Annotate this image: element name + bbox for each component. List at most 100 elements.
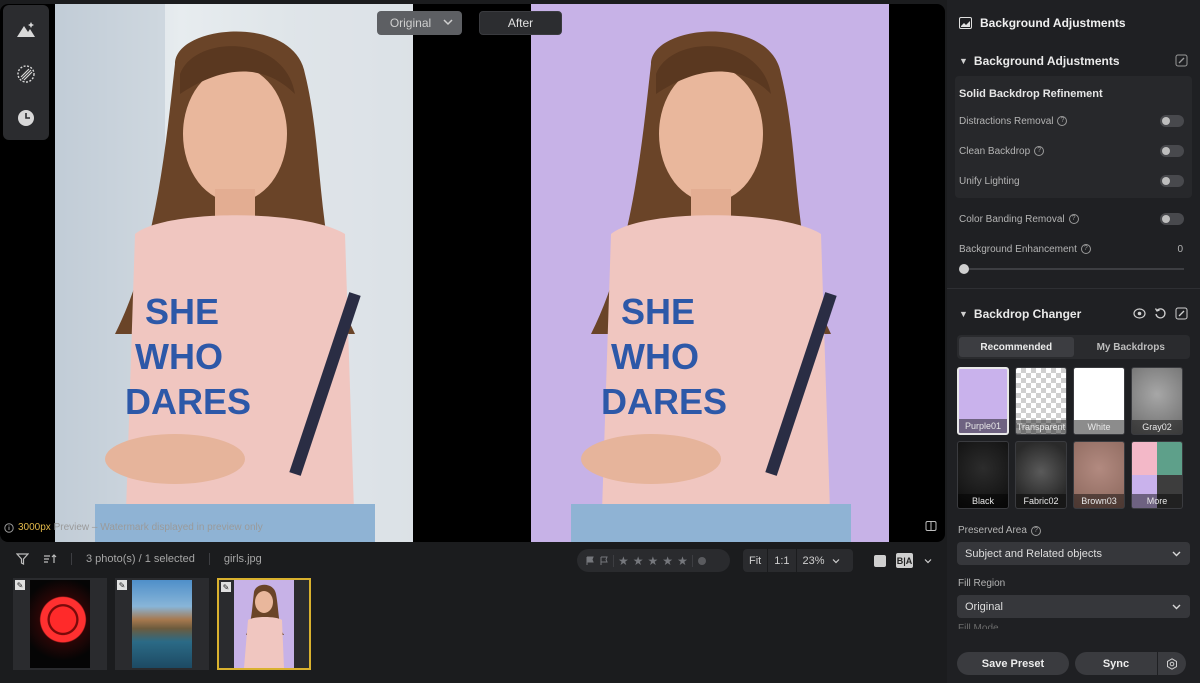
chevron-down-icon bbox=[832, 558, 839, 563]
svg-text:DARES: DARES bbox=[601, 381, 727, 422]
swatch-more[interactable]: More bbox=[1131, 441, 1183, 509]
distractions-label: Distractions Removal bbox=[959, 115, 1054, 127]
swatch-white[interactable]: White bbox=[1073, 367, 1125, 435]
unify-lighting-toggle[interactable] bbox=[1160, 175, 1184, 187]
edited-badge-icon: ✎ bbox=[221, 582, 231, 592]
preserved-area-text: Preserved Area bbox=[958, 525, 1027, 536]
fill-region-value: Original bbox=[965, 600, 1003, 613]
swatch-label: White bbox=[1074, 420, 1124, 434]
star-2-icon[interactable]: ★ bbox=[633, 554, 644, 568]
chevron-down-icon bbox=[443, 19, 453, 26]
help-icon[interactable]: ? bbox=[1068, 214, 1079, 224]
help-icon[interactable]: ? bbox=[1030, 525, 1041, 536]
panel-footer: Save Preset Sync bbox=[957, 652, 1186, 675]
background-image-icon bbox=[959, 17, 972, 29]
tool-adjust[interactable] bbox=[15, 19, 37, 41]
star-1-icon[interactable]: ★ bbox=[618, 554, 629, 568]
edit-brush-icon[interactable] bbox=[1175, 54, 1188, 67]
zoom-fit-button[interactable]: Fit bbox=[743, 555, 767, 567]
preserved-area-select[interactable]: Subject and Related objects bbox=[957, 542, 1190, 565]
bg-enhancement-value: 0 bbox=[1177, 243, 1183, 255]
backdrop-title: Backdrop Changer bbox=[973, 307, 1082, 321]
bg-enhancement-slider[interactable] bbox=[959, 264, 1188, 274]
fill-region-text: Fill Region bbox=[958, 578, 1006, 589]
filter-icon[interactable] bbox=[16, 553, 29, 565]
fill-region-select[interactable]: Original bbox=[957, 595, 1190, 618]
clean-backdrop-label: Clean Backdrop bbox=[959, 145, 1031, 157]
star-5-icon[interactable]: ★ bbox=[677, 554, 688, 568]
swatch-purple01[interactable]: Purple01 bbox=[957, 367, 1009, 435]
swatch-black[interactable]: Black bbox=[957, 441, 1009, 509]
row-clean-backdrop: Clean Backdrop ? bbox=[959, 136, 1188, 166]
tab-my-backdrops[interactable]: My Backdrops bbox=[1074, 337, 1189, 357]
section-background-adjustments[interactable]: ▼ Background Adjustments bbox=[947, 46, 1200, 76]
panel-header: Background Adjustments bbox=[947, 0, 1200, 46]
gear-icon bbox=[1167, 657, 1177, 670]
reject-flag-icon[interactable] bbox=[599, 556, 609, 566]
compare-after-button[interactable]: After bbox=[479, 11, 562, 35]
preserved-area-value: Subject and Related objects bbox=[965, 547, 1102, 560]
swatch-gray02[interactable]: Gray02 bbox=[1131, 367, 1183, 435]
chevron-down-icon[interactable] bbox=[923, 556, 933, 566]
eye-icon[interactable] bbox=[1133, 307, 1146, 320]
help-icon[interactable]: ? bbox=[1034, 146, 1045, 156]
fill-region-label: Fill Region bbox=[958, 578, 1189, 589]
swatch-transparent[interactable]: Transparent bbox=[1015, 367, 1067, 435]
preserved-area-label: Preserved Area ? bbox=[958, 525, 1189, 536]
info-icon bbox=[4, 522, 14, 533]
chevron-down-icon bbox=[1172, 551, 1181, 557]
panel-title: Background Adjustments bbox=[980, 16, 1126, 30]
svg-text:SHE: SHE bbox=[145, 291, 219, 332]
tool-strip bbox=[3, 5, 49, 140]
before-after-view-button[interactable]: B|A bbox=[896, 553, 913, 568]
filmstrip: ✎ ✎ ✎ bbox=[13, 578, 311, 670]
clean-backdrop-toggle[interactable] bbox=[1160, 145, 1184, 157]
slider-handle[interactable] bbox=[959, 264, 969, 274]
backdrop-swatches: Purple01 Transparent White Gray02 Black … bbox=[957, 367, 1190, 509]
clock-icon bbox=[18, 110, 34, 126]
swatch-label: Brown03 bbox=[1074, 494, 1124, 508]
thumbnail-3-selected[interactable]: ✎ bbox=[217, 578, 311, 670]
compare-original-dropdown[interactable]: Original bbox=[377, 11, 462, 35]
sync-button[interactable]: Sync bbox=[1075, 652, 1157, 675]
edit-brush-icon[interactable] bbox=[1175, 307, 1188, 320]
thumbnail-1[interactable]: ✎ bbox=[13, 578, 107, 670]
sort-icon[interactable] bbox=[43, 553, 57, 565]
help-icon[interactable]: ? bbox=[1080, 244, 1091, 254]
zoom-1to1-button[interactable]: 1:1 bbox=[768, 555, 795, 567]
color-banding-toggle[interactable] bbox=[1160, 213, 1184, 225]
help-icon[interactable]: ? bbox=[1057, 116, 1068, 126]
tool-history[interactable] bbox=[15, 107, 37, 129]
split-view-icon[interactable] bbox=[925, 520, 937, 532]
tab-recommended[interactable]: Recommended bbox=[959, 337, 1074, 357]
star-3-icon[interactable]: ★ bbox=[648, 554, 659, 568]
portrait-after: SHE WHO DARES bbox=[571, 31, 851, 542]
swatch-label: Gray02 bbox=[1132, 420, 1182, 434]
color-label-icon[interactable] bbox=[697, 556, 707, 566]
current-filename: girls.jpg bbox=[223, 553, 262, 565]
row-color-banding: Color Banding Removal ? bbox=[947, 204, 1200, 234]
sync-settings-button[interactable] bbox=[1158, 652, 1186, 675]
color-banding-label: Color Banding Removal bbox=[959, 213, 1065, 225]
tool-texture[interactable] bbox=[15, 63, 37, 85]
reset-icon[interactable] bbox=[1154, 307, 1167, 320]
collapse-triangle-icon: ▼ bbox=[959, 309, 968, 319]
save-preset-button[interactable]: Save Preset bbox=[957, 652, 1069, 675]
thumbnail-2[interactable]: ✎ bbox=[115, 578, 209, 670]
image-canvas[interactable]: SHE WHO DARES SHE WHO DARES Original Aft… bbox=[0, 4, 945, 542]
preview-resolution: 3000px bbox=[18, 522, 51, 533]
swatch-fabric02[interactable]: Fabric02 bbox=[1015, 441, 1067, 509]
zoom-percent-dropdown[interactable]: 23% bbox=[797, 555, 831, 567]
adjustments-panel: Background Adjustments ▼ Background Adju… bbox=[947, 0, 1200, 683]
section-backdrop-changer[interactable]: ▼ Backdrop Changer bbox=[947, 299, 1200, 329]
swatch-label: Purple01 bbox=[959, 419, 1007, 433]
distractions-toggle[interactable] bbox=[1160, 115, 1184, 127]
preview-text: Preview – Watermark displayed in preview… bbox=[50, 522, 263, 533]
single-view-icon[interactable] bbox=[874, 554, 886, 567]
mountain-sparkle-icon bbox=[17, 22, 35, 37]
swatch-brown03[interactable]: Brown03 bbox=[1073, 441, 1125, 509]
flag-icon[interactable] bbox=[585, 556, 595, 566]
star-4-icon[interactable]: ★ bbox=[662, 554, 673, 568]
fill-mode-label: Fill Mode bbox=[958, 623, 999, 629]
svg-text:WHO: WHO bbox=[611, 336, 699, 377]
